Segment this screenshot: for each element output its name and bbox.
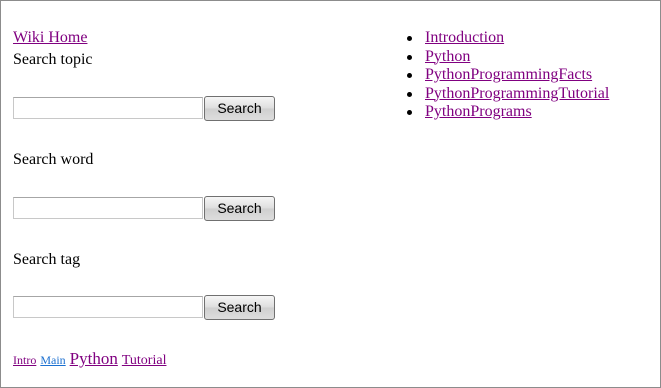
search-topic-button[interactable]: Search (204, 96, 275, 121)
topic-link-python[interactable]: Python (425, 48, 470, 65)
list-item: Python (407, 48, 609, 67)
list-item: PythonPrograms (407, 103, 609, 122)
bullet-icon (407, 54, 412, 60)
search-topic-row: Search (13, 96, 275, 122)
topic-link-introduction[interactable]: Introduction (425, 29, 504, 46)
list-item: PythonProgrammingTutorial (407, 85, 609, 104)
bullet-icon (407, 110, 412, 115)
list-item: PythonProgrammingFacts (407, 66, 609, 85)
list-item: Introduction (407, 29, 609, 48)
search-tag-input[interactable] (13, 296, 203, 318)
topic-link-python-programs[interactable]: PythonPrograms (425, 103, 532, 120)
wiki-home-link[interactable]: Wiki Home (13, 29, 87, 47)
topic-list: Introduction Python PythonProgrammingFac… (407, 29, 609, 122)
search-word-row: Search (13, 196, 275, 222)
search-word-input[interactable] (13, 197, 203, 219)
bullet-icon (407, 91, 412, 97)
topic-link-python-programming-tutorial[interactable]: PythonProgrammingTutorial (425, 85, 609, 102)
search-tag-button[interactable]: Search (204, 295, 275, 320)
page-frame: Wiki Home Search topic Search Search wor… (0, 0, 661, 388)
tag-cloud: Intro Main Python Tutorial (13, 349, 166, 369)
topic-link-python-programming-facts[interactable]: PythonProgrammingFacts (425, 66, 592, 83)
search-topic-input[interactable] (13, 97, 203, 119)
tag-intro-link[interactable]: Intro (13, 353, 36, 367)
search-word-label: Search word (13, 151, 94, 168)
bullet-icon (407, 73, 412, 78)
search-tag-row: Search (13, 295, 275, 321)
tag-main-link[interactable]: Main (40, 353, 65, 367)
bullet-icon (407, 36, 412, 41)
tag-tutorial-link[interactable]: Tutorial (122, 353, 167, 368)
search-topic-label: Search topic (13, 51, 93, 68)
search-tag-label: Search tag (13, 251, 81, 268)
tag-python-link[interactable]: Python (70, 349, 118, 368)
search-word-button[interactable]: Search (204, 196, 275, 221)
